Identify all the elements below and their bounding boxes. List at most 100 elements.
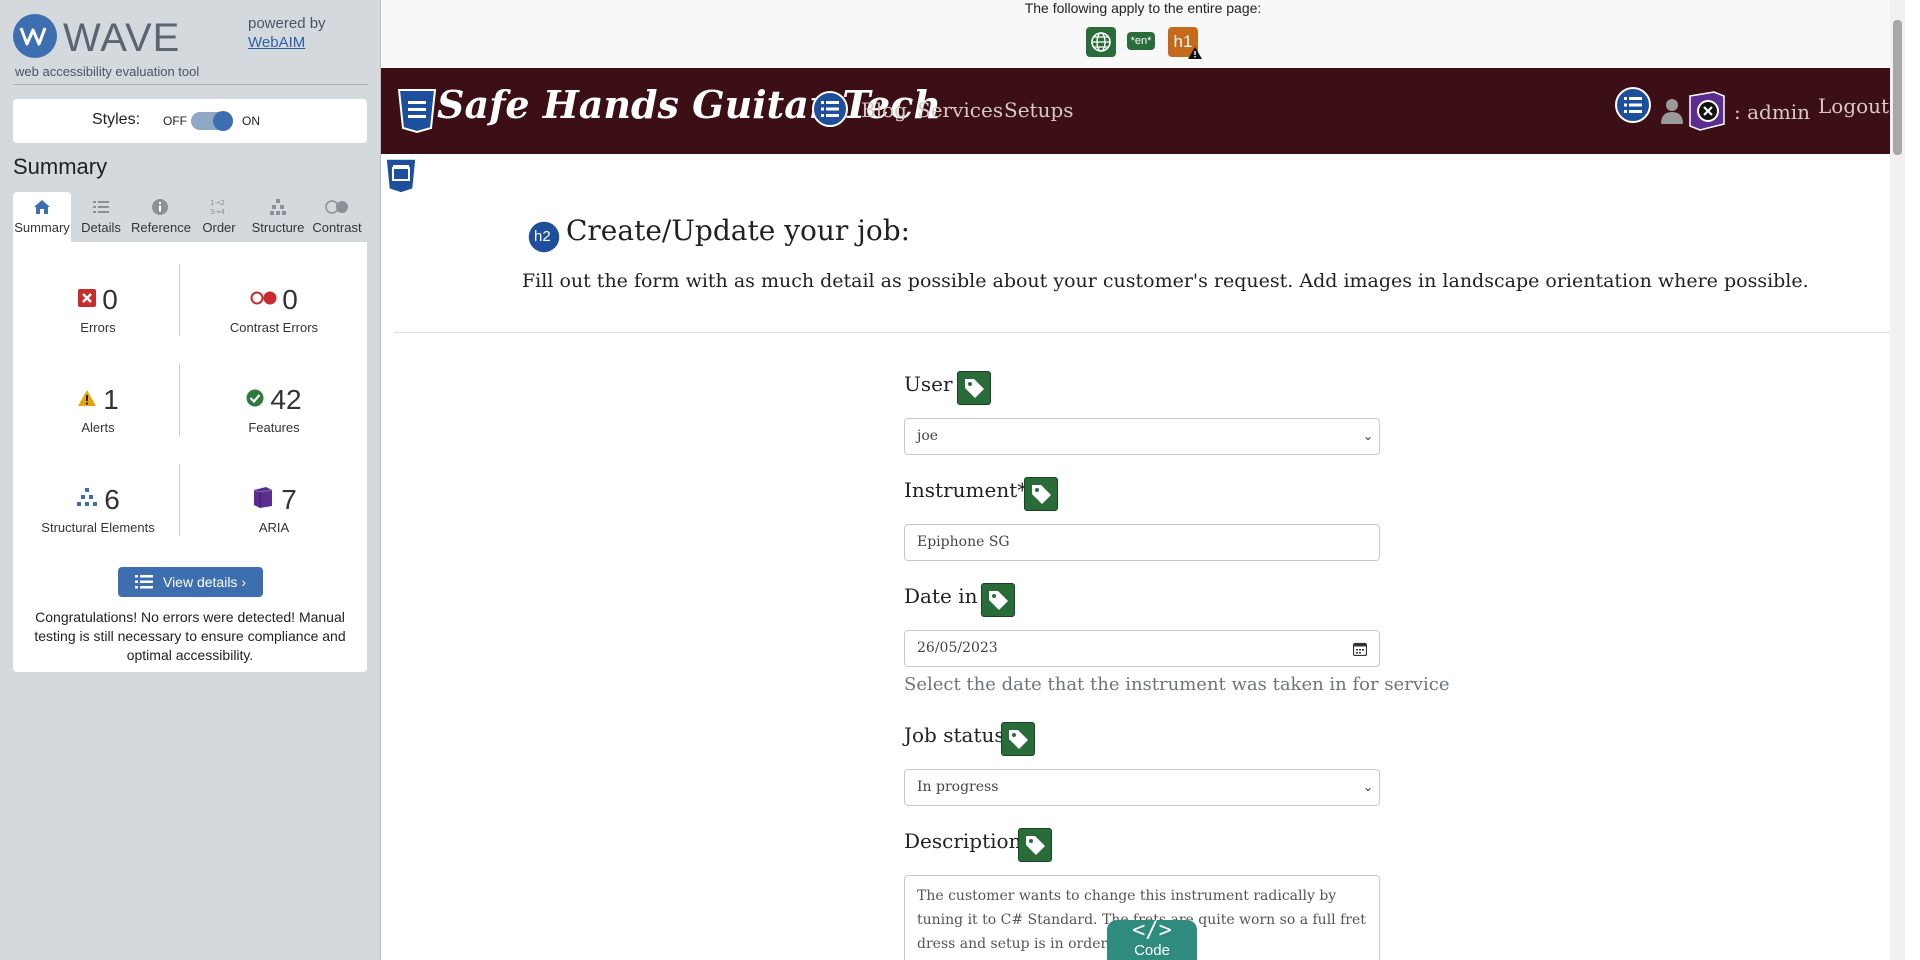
error-icon bbox=[78, 289, 97, 307]
webaim-link[interactable]: WebAIM bbox=[248, 34, 305, 51]
nav-blog[interactable]: Blog bbox=[861, 98, 907, 122]
tab-summary[interactable]: Summary bbox=[13, 192, 71, 242]
h1-badge[interactable]: h1 bbox=[1168, 27, 1202, 59]
list-icon bbox=[93, 201, 109, 213]
styles-on-label: ON bbox=[242, 114, 260, 128]
instrument-input-value: Epiphone SG bbox=[917, 534, 1010, 550]
stat-alerts[interactable]: 1 Alerts bbox=[23, 384, 173, 435]
chevron-down-icon: ⌄ bbox=[1362, 780, 1373, 794]
styles-toggle-card: Styles: OFF ON bbox=[13, 99, 367, 143]
instrument-input[interactable]: Epiphone SG bbox=[904, 524, 1380, 561]
label-tag-icon[interactable] bbox=[957, 371, 991, 405]
page-heading: Create/Update your job: bbox=[566, 214, 911, 247]
wave-sidebar: WAVE web accessibility evaluation tool p… bbox=[0, 0, 381, 960]
wave-logo-icon bbox=[13, 14, 57, 58]
aria-hidden-icon[interactable] bbox=[1687, 91, 1727, 131]
svg-text:1→2: 1→2 bbox=[210, 199, 225, 207]
stat-structural[interactable]: 6 Structural Elements bbox=[23, 484, 173, 535]
info-icon bbox=[152, 199, 168, 215]
congrats-message: Congratulations! No errors were detected… bbox=[34, 609, 346, 663]
page-viewport: The following apply to the entire page: … bbox=[381, 0, 1905, 960]
date-label: Date in bbox=[904, 584, 978, 608]
scrollbar-thumb[interactable] bbox=[1893, 20, 1902, 155]
stat-errors[interactable]: 0 Errors bbox=[23, 284, 173, 335]
structural-label: Structural Elements bbox=[41, 520, 155, 535]
feature-icon bbox=[246, 389, 264, 407]
alert-icon bbox=[1188, 47, 1202, 59]
view-details-label: View details › bbox=[162, 574, 246, 590]
calendar-icon[interactable] bbox=[1353, 642, 1367, 656]
tab-label: Reference bbox=[131, 220, 191, 235]
date-input[interactable]: 26/05/2023 bbox=[904, 630, 1380, 667]
code-toggle-button[interactable]: </> Code bbox=[1107, 920, 1197, 960]
tab-details[interactable]: Details bbox=[72, 192, 130, 242]
label-tag-icon[interactable] bbox=[981, 583, 1015, 617]
structure-icon bbox=[77, 488, 98, 506]
stat-divider bbox=[179, 264, 180, 336]
tab-label: Structure bbox=[251, 220, 305, 235]
user-select-value: joe bbox=[917, 428, 939, 444]
stat-contrast-errors[interactable]: 0 Contrast Errors bbox=[199, 284, 349, 335]
status-label: Job status bbox=[904, 723, 1005, 747]
status-select[interactable]: In progress ⌄ bbox=[904, 769, 1380, 806]
page-intro: Fill out the form with as much detail as… bbox=[522, 270, 1809, 292]
label-tag-icon[interactable] bbox=[1001, 722, 1035, 756]
user-select[interactable]: joe ⌄ bbox=[904, 418, 1380, 455]
page-scrollbar[interactable] bbox=[1890, 0, 1905, 960]
navigation-icon[interactable] bbox=[1614, 86, 1652, 124]
user-name: : admin bbox=[1734, 100, 1811, 124]
navigation-icon[interactable] bbox=[811, 90, 849, 128]
wave-wordmark: WAVE bbox=[63, 16, 181, 60]
status-select-value: In progress bbox=[917, 779, 999, 795]
errors-label: Errors bbox=[80, 320, 116, 335]
html5-icon bbox=[385, 158, 417, 194]
divider bbox=[394, 332, 1892, 333]
wave-tagline: web accessibility evaluation tool bbox=[15, 64, 200, 79]
contrast-errors-count: 0 bbox=[282, 284, 298, 315]
apply-text: The following apply to the entire page: bbox=[1024, 0, 1262, 16]
nav-setups[interactable]: Setups bbox=[1004, 98, 1074, 122]
svg-text:3→4: 3→4 bbox=[210, 208, 225, 216]
tab-label: Order bbox=[202, 220, 236, 235]
tab-label: Contrast bbox=[312, 220, 362, 235]
alert-icon bbox=[78, 390, 97, 406]
contrast-errors-label: Contrast Errors bbox=[229, 320, 319, 335]
code-icon: </> bbox=[1132, 918, 1172, 943]
tab-reference[interactable]: Reference bbox=[131, 192, 191, 242]
tab-order[interactable]: 1→2 3→4 Order bbox=[190, 192, 248, 242]
styles-toggle[interactable] bbox=[191, 111, 233, 131]
stat-divider bbox=[179, 464, 180, 536]
language-icon[interactable] bbox=[1086, 27, 1116, 57]
code-tab-label: Code bbox=[1134, 942, 1170, 959]
tab-structure[interactable]: Structure bbox=[249, 192, 307, 242]
tab-label: Details bbox=[81, 220, 121, 235]
contrast-error-icon bbox=[250, 291, 277, 305]
chevron-down-icon: ⌄ bbox=[1362, 429, 1373, 443]
alerts-count: 1 bbox=[103, 384, 119, 415]
label-tag-icon[interactable] bbox=[1024, 477, 1058, 511]
nav-services[interactable]: Services bbox=[917, 98, 1003, 122]
html5-icon bbox=[397, 89, 437, 134]
structure-icon bbox=[270, 199, 286, 215]
tab-contrast[interactable]: Contrast bbox=[308, 192, 366, 242]
user-label: User bbox=[904, 372, 953, 396]
logout-link[interactable]: Logout bbox=[1818, 94, 1889, 118]
features-count: 42 bbox=[270, 384, 302, 415]
date-input-value: 26/05/2023 bbox=[917, 640, 998, 656]
structural-count: 6 bbox=[104, 484, 120, 515]
stat-aria[interactable]: 7 ARIA bbox=[199, 484, 349, 535]
label-tag-icon[interactable] bbox=[1018, 828, 1052, 862]
stat-divider bbox=[179, 364, 180, 436]
stat-features[interactable]: 42 Features bbox=[199, 384, 349, 435]
powered-by: powered by WebAIM bbox=[248, 14, 326, 52]
view-details-button[interactable]: View details › bbox=[118, 567, 263, 597]
date-help-text: Select the date that the instrument was … bbox=[904, 674, 1450, 695]
summary-heading: Summary bbox=[13, 154, 108, 179]
errors-count: 0 bbox=[102, 284, 118, 315]
lang-badge[interactable]: *en* bbox=[1127, 32, 1155, 50]
styles-label: Styles: bbox=[92, 111, 141, 128]
list-icon bbox=[134, 575, 153, 589]
order-icon: 1→23→4 bbox=[210, 199, 225, 216]
powered-by-text: powered by bbox=[248, 15, 326, 32]
h2-badge: h2 bbox=[534, 228, 551, 245]
